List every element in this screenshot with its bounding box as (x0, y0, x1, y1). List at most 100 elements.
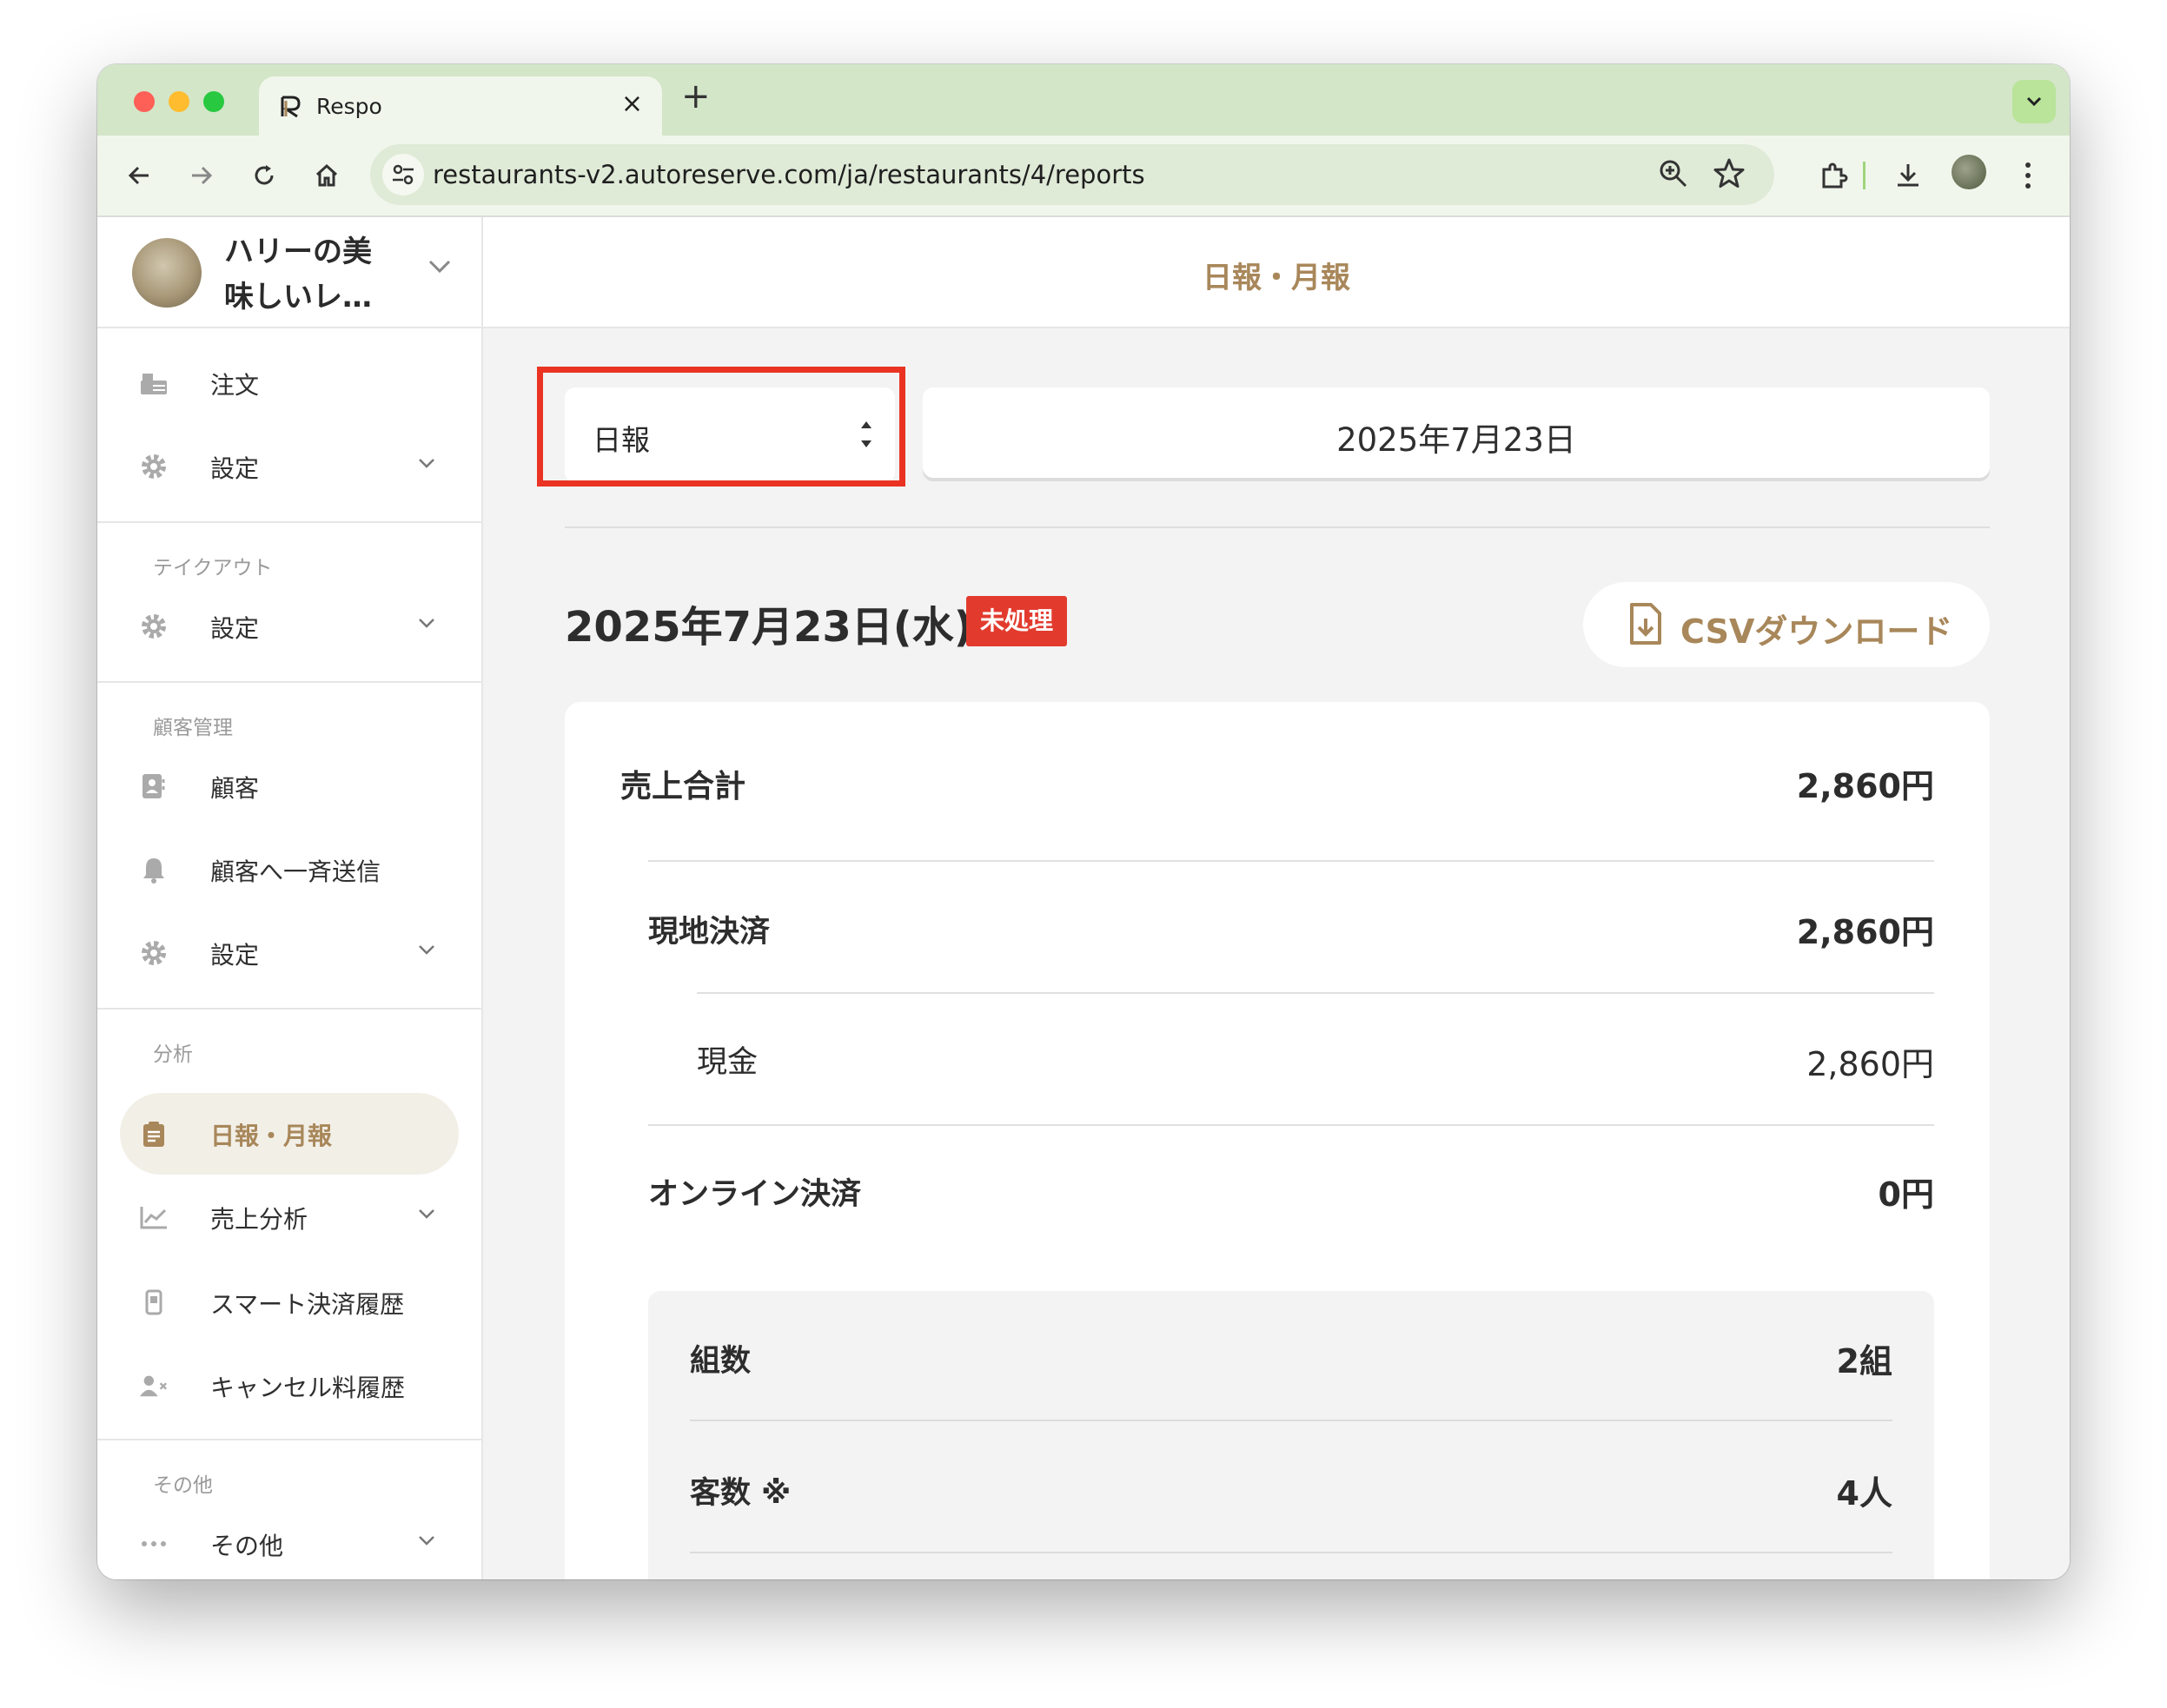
sidebar-divider (97, 1008, 481, 1010)
csv-download-button[interactable]: CSVダウンロード (1583, 582, 1990, 667)
sidebar-item-reports[interactable]: 日報・月報 (97, 1095, 481, 1173)
download-icon[interactable] (1889, 156, 1927, 195)
address-bar[interactable]: restaurants-v2.autoreserve.com/ja/restau… (370, 144, 1774, 205)
sidebar-item-sales-analysis[interactable]: 売上分析 (97, 1178, 481, 1256)
close-window-button[interactable] (134, 91, 155, 112)
chevron-down-icon (419, 1536, 434, 1546)
phone-icon (139, 1288, 169, 1317)
sidebar-item-label: 設定 (210, 941, 260, 970)
browser-window: Respo × + restaurants-v2.autoreserve.com… (97, 64, 2070, 1579)
gear-icon (139, 452, 169, 481)
total-sales-label: 売上合計 (620, 769, 746, 804)
sidebar-item-label: 設定 (210, 614, 260, 643)
row-divider (690, 1420, 1892, 1421)
home-icon[interactable] (308, 156, 346, 195)
forward-icon[interactable] (182, 156, 221, 195)
profile-avatar[interactable] (1952, 155, 1986, 189)
sidebar-item-label: その他 (210, 1532, 284, 1560)
chevron-down-icon (419, 1209, 434, 1219)
more-horizontal-icon (139, 1529, 169, 1559)
order-icon (139, 368, 169, 398)
chevron-down-icon (419, 945, 434, 955)
row-divider (697, 992, 1934, 994)
sidebar-item-orders[interactable]: 注文 (97, 344, 481, 422)
sidebar-item-label: 顧客へ一斉送信 (210, 857, 381, 886)
chevron-down-icon (419, 459, 434, 468)
toolbar-divider (1863, 162, 1865, 189)
row-divider (690, 1552, 1892, 1553)
gear-icon (139, 612, 169, 641)
guests-value: 4人 (1836, 1474, 1892, 1513)
report-card: 売上合計 2,860円 現地決済 2,860円 現金 2,860円 オンライン決… (565, 702, 1990, 1579)
date-picker-value: 2025年7月23日 (1336, 421, 1576, 459)
url-text: restaurants-v2.autoreserve.com/ja/restau… (433, 160, 1145, 189)
tab-close-icon[interactable]: × (621, 89, 643, 119)
chevron-down-icon (419, 619, 434, 628)
sidebar-item-label: 顧客 (210, 774, 260, 803)
browser-toolbar: restaurants-v2.autoreserve.com/ja/restau… (97, 136, 2070, 217)
tab-strip: Respo × + (97, 64, 2070, 137)
user-remove-icon (139, 1371, 169, 1400)
bell-icon (139, 855, 169, 884)
sidebar-item-smart-payment-history[interactable]: スマート決済履歴 (97, 1263, 481, 1341)
sidebar-item-cancel-fee-history[interactable]: キャンセル料履歴 (97, 1347, 481, 1425)
csv-download-label: CSVダウンロード (1680, 612, 1953, 651)
site-info-icon[interactable] (382, 154, 424, 195)
bookmark-star-icon[interactable] (1712, 156, 1746, 195)
shop-switcher[interactable]: ハリーの美味しいレ… (97, 217, 481, 328)
respo-logo-icon (281, 96, 301, 118)
reload-icon[interactable] (245, 156, 283, 195)
sidebar-item-broadcast[interactable]: 顧客へ一斉送信 (97, 831, 481, 909)
sidebar-item-label: 注文 (210, 371, 260, 400)
sidebar: ハリーの美味しいレ… 注文 設定 テイクアウト 設定 顧客管理 顧客 顧客へ一斉… (97, 217, 483, 1579)
zoom-window-button[interactable] (203, 91, 224, 112)
sidebar-divider (97, 1439, 481, 1440)
sidebar-divider (97, 681, 481, 683)
guests-label: 客数 ※ (690, 1476, 792, 1511)
cash-value: 2,860円 (1806, 1045, 1934, 1083)
back-icon[interactable] (120, 156, 158, 195)
sidebar-item-label: キャンセル料履歴 (210, 1374, 406, 1402)
sidebar-item-crm-settings[interactable]: 設定 (97, 914, 481, 992)
cash-label: 現金 (697, 1045, 759, 1080)
sidebar-item-label: スマート決済履歴 (210, 1290, 405, 1319)
date-picker[interactable]: 2025年7月23日 (923, 387, 1990, 478)
online-payment-label: オンライン決済 (648, 1177, 862, 1212)
tab-search-button[interactable] (2012, 80, 2056, 123)
shop-avatar (132, 238, 202, 308)
sidebar-item-label: 日報・月報 (210, 1122, 333, 1150)
tab-title: Respo (316, 94, 382, 119)
contact-card-icon (139, 771, 169, 801)
page: ハリーの美味しいレ… 注文 設定 テイクアウト 設定 顧客管理 顧客 顧客へ一斉… (97, 217, 2070, 1579)
sidebar-item-label: 売上分析 (210, 1205, 308, 1234)
sidebar-item-customers[interactable]: 顧客 (97, 747, 481, 825)
browser-tab[interactable]: Respo × (259, 76, 662, 137)
new-tab-icon[interactable]: + (681, 76, 711, 116)
sidebar-section-analysis: 分析 (153, 1043, 193, 1066)
online-payment-value: 0円 (1878, 1175, 1934, 1214)
groups-label: 組数 (690, 1344, 752, 1379)
total-sales-value: 2,860円 (1796, 767, 1934, 805)
sidebar-item-other[interactable]: その他 (97, 1505, 481, 1579)
clipboard-icon (139, 1119, 169, 1149)
sidebar-section-other: その他 (153, 1474, 213, 1497)
report-date-heading: 2025年7月23日(水) (565, 603, 973, 652)
sidebar-item-label: 設定 (210, 454, 260, 483)
groups-value: 2組 (1836, 1342, 1892, 1380)
sidebar-item-takeout-settings[interactable]: 設定 (97, 587, 481, 665)
zoom-icon[interactable] (1656, 156, 1691, 195)
page-header: 日報・月報 (483, 217, 2070, 328)
sidebar-section-takeout: テイクアウト (153, 557, 273, 579)
extensions-icon[interactable] (1814, 156, 1852, 195)
annotation-highlight-box (537, 367, 905, 487)
chevron-down-icon (2026, 96, 2042, 107)
page-title: 日報・月報 (1203, 261, 1350, 295)
divider (565, 526, 1990, 528)
chevron-down-icon (428, 260, 451, 274)
more-menu-icon[interactable] (2009, 156, 2047, 195)
minimize-window-button[interactable] (169, 91, 189, 112)
row-divider (648, 1124, 1934, 1126)
guest-stats-panel: 組数 2組 客数 ※ 4人 (648, 1291, 1934, 1579)
sidebar-section-crm: 顧客管理 (153, 717, 233, 739)
sidebar-item-settings[interactable]: 設定 (97, 427, 481, 506)
